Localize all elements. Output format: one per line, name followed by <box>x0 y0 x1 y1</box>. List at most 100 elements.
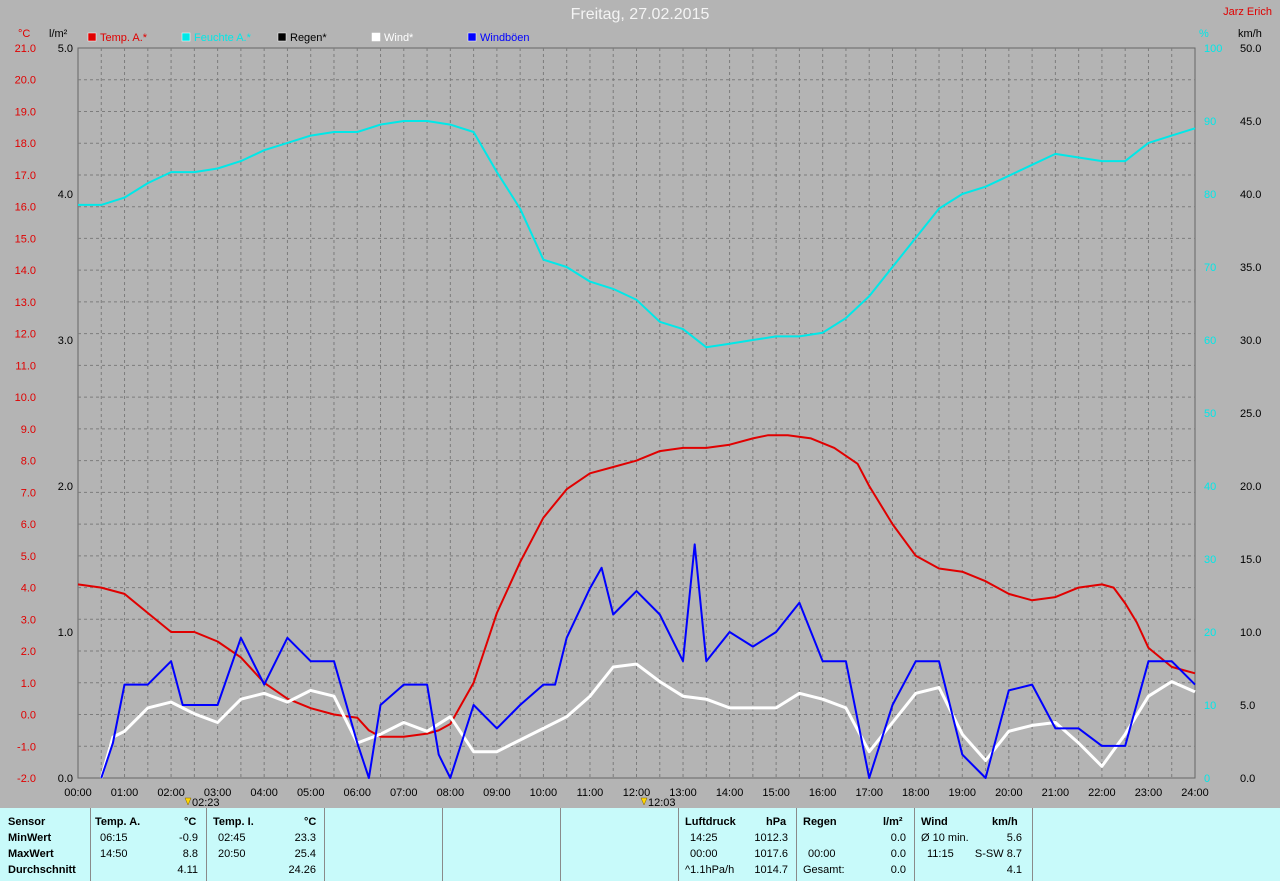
temp-i-max-time: 20:50 <box>218 848 246 860</box>
legend-swatch <box>181 32 191 42</box>
rain-axis: l/m² 5.0 4.0 3.0 2.0 1.0 0.0 <box>49 28 73 785</box>
author-label: Jarz Erich <box>1223 6 1272 18</box>
pressure-max-value: 1017.6 <box>754 848 788 860</box>
temp-axis: °C 21.0 20.0 19.0 18.0 17.0 16.0 15.0 14.0 13.0 12… <box>15 28 36 785</box>
row-max-label: MaxWert <box>8 848 54 860</box>
rain-max-value: 0.0 <box>890 848 906 860</box>
time-tick-label: 07:00 <box>390 787 418 799</box>
temp-tick-label: 21.0 <box>15 43 36 55</box>
row-avg-label: Durchschnitt <box>8 864 76 876</box>
humidity-tick-label: 90 <box>1204 116 1216 128</box>
humidity-tick-label: 100 <box>1204 43 1222 55</box>
temp-a-min-time: 06:15 <box>100 832 128 844</box>
wind-tick-label: 0.0 <box>1240 773 1255 785</box>
rain-min-value: 0.0 <box>890 832 906 844</box>
temp-tick-label: 10.0 <box>15 392 36 404</box>
temp-tick-label: 11.0 <box>15 360 36 372</box>
humidity-tick-label: 20 <box>1204 627 1216 639</box>
temp-a-max-value: 8.8 <box>182 848 198 860</box>
rain-total-value: 0.0 <box>890 864 906 876</box>
rain-tick-label: 1.0 <box>58 627 73 639</box>
temp-tick-label: 19.0 <box>15 106 36 118</box>
temp-a-max-time: 14:50 <box>100 848 128 860</box>
temp-tick-label: -2.0 <box>17 773 36 785</box>
legend-swatch <box>87 32 97 42</box>
stats-table: Sensor MinWert MaxWert Durchschnitt Temp… <box>0 808 1280 881</box>
humidity-tick-label: 30 <box>1204 554 1216 566</box>
rain-unit: l/m² <box>883 816 903 828</box>
legend-swatch <box>277 32 287 42</box>
legend-label: Feuchte A.* <box>194 32 252 44</box>
wind-avg10-value: 5.6 <box>1006 832 1022 844</box>
rain-tick-label: 5.0 <box>58 43 73 55</box>
marker-icon <box>640 797 648 806</box>
wind-tick-label: 30.0 <box>1240 335 1261 347</box>
marker-label: 12:03 <box>648 797 676 808</box>
chart-legend: Temp. A.* Feuchte A.* Regen* Wind* Windböen <box>87 32 530 44</box>
time-tick-label: 20:00 <box>995 787 1023 799</box>
humidity-tick-label: 40 <box>1204 481 1216 493</box>
wind-max-time: 11:15 <box>927 848 954 860</box>
time-tick-label: 24:00 <box>1181 787 1209 799</box>
humidity-axis-unit: % <box>1199 28 1209 40</box>
time-tick-label: 06:00 <box>343 787 371 799</box>
rain-max-time: 00:00 <box>808 848 836 860</box>
temp-tick-label: 7.0 <box>21 487 36 499</box>
time-tick-label: 01:00 <box>111 787 139 799</box>
temp-i-min-time: 02:45 <box>218 832 246 844</box>
temp-tick-label: 14.0 <box>15 265 36 277</box>
marker-label: 02:23 <box>192 797 220 808</box>
temp-a-min-value: -0.9 <box>179 832 198 844</box>
time-tick-label: 04:00 <box>250 787 278 799</box>
time-tick-label: 14:00 <box>716 787 744 799</box>
chart-grid <box>77 47 1196 779</box>
time-tick-label: 08:00 <box>437 787 465 799</box>
time-tick-label: 02:00 <box>157 787 185 799</box>
time-tick-label: 12:00 <box>623 787 651 799</box>
wind-tick-label: 50.0 <box>1240 43 1261 55</box>
temp-i-unit: °C <box>304 816 317 828</box>
time-tick-label: 09:00 <box>483 787 511 799</box>
temp-a-unit: °C <box>184 816 197 828</box>
time-tick-label: 23:00 <box>1135 787 1163 799</box>
humidity-tick-label: 10 <box>1204 700 1216 712</box>
wind-tick-label: 5.0 <box>1240 700 1255 712</box>
pressure-min-value: 1012.3 <box>754 832 788 844</box>
temp-tick-label: 1.0 <box>21 678 36 690</box>
temp-i-avg-value: 24.26 <box>288 864 316 876</box>
temp-i-max-value: 25.4 <box>294 848 316 860</box>
time-tick-label: 19:00 <box>949 787 977 799</box>
legend-swatch <box>467 32 477 42</box>
legend-label: Regen* <box>290 32 327 44</box>
marker-icon <box>184 797 192 806</box>
weather-chart: °C 21.0 20.0 19.0 18.0 17.0 16.0 15.0 14.0 13.0 12… <box>15 28 1262 808</box>
rain-axis-unit: l/m² <box>49 28 68 40</box>
temp-tick-label: 9.0 <box>21 424 36 436</box>
pressure-avg-value: 1014.7 <box>754 864 788 876</box>
temp-i-header: Temp. I. <box>213 816 254 828</box>
pressure-max-time: 00:00 <box>690 848 718 860</box>
chart-title: Freitag, 27.02.2015 <box>570 6 710 23</box>
wind-unit: km/h <box>992 816 1018 828</box>
row-min-label: MinWert <box>8 832 52 844</box>
humidity-tick-label: 80 <box>1204 189 1216 201</box>
temp-a-header: Temp. A. <box>95 816 141 828</box>
sensor-header: Sensor <box>8 816 46 828</box>
wind-axis: km/h 50.0 45.0 40.0 35.0 30.0 25.0 20.0 15.0 10.0… <box>1238 28 1262 785</box>
temp-tick-label: 8.0 <box>21 456 36 468</box>
legend-swatch <box>371 32 381 42</box>
rain-tick-label: 2.0 <box>58 481 73 493</box>
time-tick-label: 22:00 <box>1088 787 1116 799</box>
humidity-axis: %1009080706050403020100 <box>1199 28 1222 785</box>
time-tick-label: 11:00 <box>577 787 604 799</box>
wind-header: Wind <box>921 816 948 828</box>
time-tick-label: 15:00 <box>762 787 790 799</box>
wind-tick-label: 40.0 <box>1240 189 1261 201</box>
wind-tick-label: 15.0 <box>1240 554 1261 566</box>
pressure-min-time: 14:25 <box>690 832 718 844</box>
wind-avg-value: 4.1 <box>1006 864 1022 876</box>
rain-total-label: Gesamt: <box>803 864 845 876</box>
humidity-tick-label: 0 <box>1204 773 1210 785</box>
temp-tick-label: 18.0 <box>15 138 36 150</box>
rain-tick-label: 4.0 <box>58 189 73 201</box>
